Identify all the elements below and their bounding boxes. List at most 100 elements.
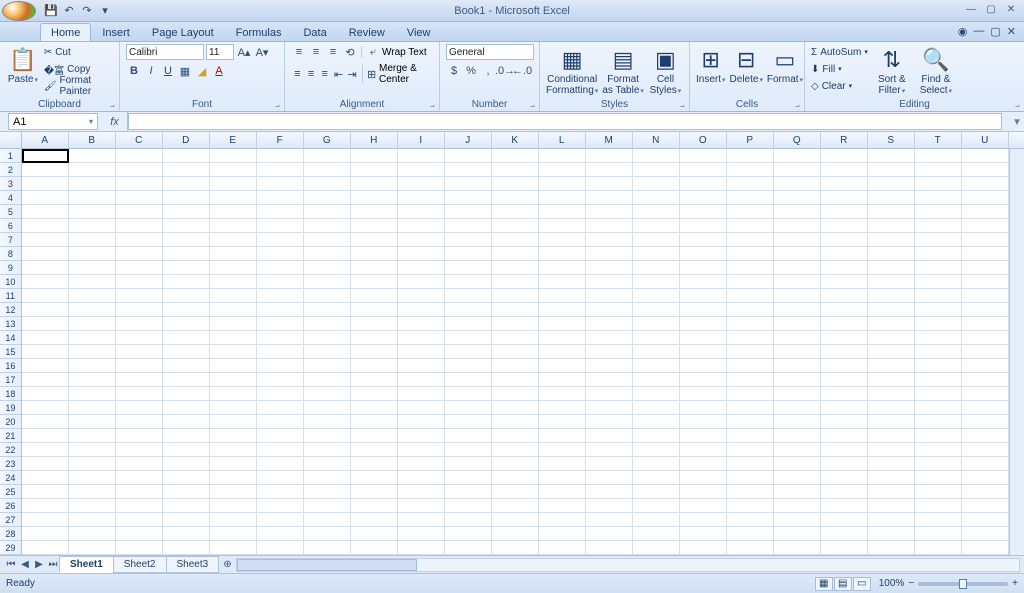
- cell[interactable]: [492, 373, 539, 387]
- cell[interactable]: [22, 527, 69, 541]
- cell[interactable]: [774, 457, 821, 471]
- cell[interactable]: [398, 485, 445, 499]
- align-middle-icon[interactable]: ≡: [308, 44, 324, 60]
- cell[interactable]: [680, 345, 727, 359]
- row-header-12[interactable]: 12: [0, 303, 21, 317]
- cell[interactable]: [304, 163, 351, 177]
- cell[interactable]: [821, 541, 868, 555]
- cell[interactable]: [821, 429, 868, 443]
- next-sheet-icon[interactable]: ▶: [32, 559, 46, 570]
- cell[interactable]: [633, 471, 680, 485]
- cell[interactable]: [163, 205, 210, 219]
- cell[interactable]: [774, 499, 821, 513]
- cell[interactable]: [210, 317, 257, 331]
- cell[interactable]: [69, 247, 116, 261]
- cell[interactable]: [22, 485, 69, 499]
- cell[interactable]: [257, 415, 304, 429]
- cell[interactable]: [680, 261, 727, 275]
- cell[interactable]: [915, 401, 962, 415]
- cell[interactable]: [633, 331, 680, 345]
- cell[interactable]: [821, 485, 868, 499]
- cell[interactable]: [633, 233, 680, 247]
- cell[interactable]: [22, 191, 69, 205]
- row-header-10[interactable]: 10: [0, 275, 21, 289]
- cell[interactable]: [210, 401, 257, 415]
- cell[interactable]: [868, 443, 915, 457]
- cell[interactable]: [22, 205, 69, 219]
- cell[interactable]: [962, 513, 1009, 527]
- cell[interactable]: [821, 345, 868, 359]
- cell[interactable]: [398, 149, 445, 163]
- cell[interactable]: [915, 317, 962, 331]
- cell[interactable]: [210, 219, 257, 233]
- cell[interactable]: [210, 261, 257, 275]
- cell[interactable]: [821, 191, 868, 205]
- cell[interactable]: [727, 401, 774, 415]
- cell[interactable]: [398, 191, 445, 205]
- cell[interactable]: [116, 401, 163, 415]
- tab-formulas[interactable]: Formulas: [225, 23, 293, 41]
- cell[interactable]: [398, 345, 445, 359]
- cell[interactable]: [257, 401, 304, 415]
- cell[interactable]: [69, 149, 116, 163]
- cell[interactable]: [22, 443, 69, 457]
- cell[interactable]: [210, 163, 257, 177]
- cell[interactable]: [915, 499, 962, 513]
- cell[interactable]: [257, 499, 304, 513]
- cell[interactable]: [116, 471, 163, 485]
- cell[interactable]: [351, 345, 398, 359]
- cell[interactable]: [445, 331, 492, 345]
- row-header-6[interactable]: 6: [0, 219, 21, 233]
- font-color-button[interactable]: A: [211, 63, 227, 79]
- cell[interactable]: [210, 471, 257, 485]
- cell[interactable]: [821, 387, 868, 401]
- cell[interactable]: [398, 471, 445, 485]
- cell[interactable]: [304, 485, 351, 499]
- cell[interactable]: [774, 387, 821, 401]
- cell[interactable]: [304, 513, 351, 527]
- cell[interactable]: [445, 541, 492, 555]
- cell[interactable]: [586, 513, 633, 527]
- cell[interactable]: [586, 359, 633, 373]
- cell[interactable]: [116, 527, 163, 541]
- col-header-J[interactable]: J: [445, 132, 492, 148]
- cell[interactable]: [116, 499, 163, 513]
- cell[interactable]: [821, 205, 868, 219]
- align-right-icon[interactable]: ≡: [318, 66, 331, 82]
- cell[interactable]: [821, 359, 868, 373]
- sheet-tab-2[interactable]: Sheet2: [113, 556, 167, 573]
- cell[interactable]: [163, 331, 210, 345]
- cell[interactable]: [304, 177, 351, 191]
- cell[interactable]: [915, 191, 962, 205]
- cell[interactable]: [727, 387, 774, 401]
- cell[interactable]: [727, 471, 774, 485]
- cell[interactable]: [915, 275, 962, 289]
- cell[interactable]: [398, 541, 445, 555]
- cell[interactable]: [821, 373, 868, 387]
- cell[interactable]: [163, 149, 210, 163]
- row-header-5[interactable]: 5: [0, 205, 21, 219]
- cell[interactable]: [69, 373, 116, 387]
- cell[interactable]: [492, 163, 539, 177]
- cell[interactable]: [163, 303, 210, 317]
- cell[interactable]: [116, 275, 163, 289]
- cell[interactable]: [351, 205, 398, 219]
- vertical-scrollbar[interactable]: [1009, 149, 1024, 555]
- tab-data[interactable]: Data: [292, 23, 337, 41]
- cell[interactable]: [868, 317, 915, 331]
- cell[interactable]: [868, 457, 915, 471]
- cell[interactable]: [727, 163, 774, 177]
- cell[interactable]: [727, 359, 774, 373]
- cell[interactable]: [680, 429, 727, 443]
- cell[interactable]: [210, 331, 257, 345]
- cell[interactable]: [586, 345, 633, 359]
- cell[interactable]: [492, 149, 539, 163]
- cell[interactable]: [210, 345, 257, 359]
- cell[interactable]: [586, 303, 633, 317]
- cell[interactable]: [116, 219, 163, 233]
- cell[interactable]: [445, 163, 492, 177]
- cell[interactable]: [774, 191, 821, 205]
- cell[interactable]: [633, 541, 680, 555]
- cell[interactable]: [915, 303, 962, 317]
- cell[interactable]: [915, 247, 962, 261]
